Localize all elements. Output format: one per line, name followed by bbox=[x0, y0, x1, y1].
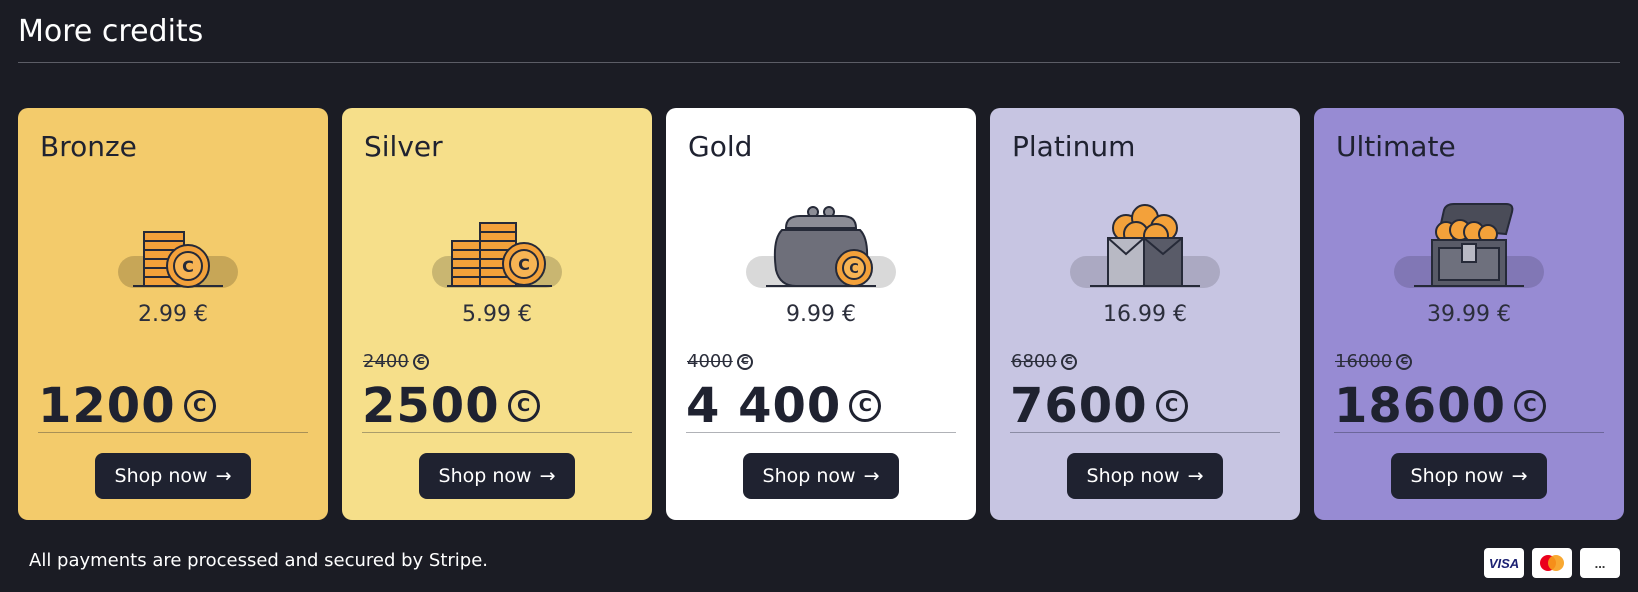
credit-icon: C bbox=[1396, 353, 1413, 370]
credit-amount-value: 18600 bbox=[1334, 378, 1506, 434]
credit-icon: C bbox=[412, 353, 429, 370]
shop-now-label: Shop now bbox=[438, 465, 532, 487]
arrow-right-icon: → bbox=[539, 465, 556, 487]
credit-icon: C bbox=[1155, 390, 1188, 422]
shop-now-label: Shop now bbox=[762, 465, 856, 487]
amount-divider bbox=[38, 432, 308, 433]
amount-divider bbox=[362, 432, 632, 433]
credit-pack-card-bronze: Bronze C 2.99 € 1200 C Shop now → bbox=[18, 108, 328, 520]
shop-now-button[interactable]: Shop now → bbox=[95, 453, 251, 499]
credits-page: More credits Bronze C 2.99 € 1200 C Shop… bbox=[0, 0, 1638, 592]
old-credit-amount-value: 4000 bbox=[687, 351, 733, 372]
credit-amount: 1200 C bbox=[38, 378, 216, 434]
credit-packs: Bronze C 2.99 € 1200 C Shop now → Silver… bbox=[18, 108, 1624, 520]
payment-notice: All payments are processed and secured b… bbox=[29, 550, 489, 571]
shop-now-label: Shop now bbox=[114, 465, 208, 487]
pack-price: 9.99 € bbox=[786, 302, 856, 327]
arrow-right-icon: → bbox=[215, 465, 232, 487]
credit-amount: 7600 C bbox=[1010, 378, 1188, 434]
payment-methods: VISA ... bbox=[1484, 548, 1620, 578]
visa-icon: VISA bbox=[1484, 548, 1524, 578]
credit-pack-card-silver: Silver C 5.99 € 2400 C 2500 C Shop now → bbox=[342, 108, 652, 520]
credit-pack-card-platinum: Platinum 16.99 € 6800 C 7600 C Shop now … bbox=[990, 108, 1300, 520]
svg-text:C: C bbox=[849, 262, 859, 277]
arrow-right-icon: → bbox=[863, 465, 880, 487]
double-coin-stack-icon: C bbox=[412, 200, 582, 300]
credit-amount: 2500 C bbox=[362, 378, 540, 434]
mastercard-icon bbox=[1532, 548, 1572, 578]
title-divider bbox=[18, 62, 1620, 63]
coin-purse-icon: C bbox=[736, 200, 906, 300]
amount-divider bbox=[1010, 432, 1280, 433]
credit-amount-value: 2500 bbox=[362, 378, 500, 434]
coin-box-icon bbox=[1060, 200, 1230, 300]
credit-pack-card-gold: Gold C 9.99 € 4000 C 4 400 C Shop now → bbox=[666, 108, 976, 520]
credit-amount: 18600 C bbox=[1334, 378, 1546, 434]
credit-amount-value: 7600 bbox=[1010, 378, 1148, 434]
credit-amount-value: 1200 bbox=[38, 378, 176, 434]
old-credit-amount: 6800 C bbox=[1011, 351, 1077, 372]
old-credit-amount: 2400 C bbox=[363, 351, 429, 372]
pack-name: Gold bbox=[688, 130, 753, 163]
old-credit-amount-value: 2400 bbox=[363, 351, 409, 372]
credit-icon: C bbox=[1514, 390, 1546, 422]
pack-name: Silver bbox=[364, 130, 443, 163]
credit-icon: C bbox=[736, 353, 753, 370]
arrow-right-icon: → bbox=[1511, 465, 1528, 487]
arrow-right-icon: → bbox=[1187, 465, 1204, 487]
pack-price: 39.99 € bbox=[1427, 302, 1511, 327]
shop-now-button[interactable]: Shop now → bbox=[419, 453, 575, 499]
credit-icon: C bbox=[507, 390, 540, 422]
credit-pack-card-ultimate: Ultimate 39.99 € 16000 C 18600 C Shop no… bbox=[1314, 108, 1624, 520]
shop-now-button[interactable]: Shop now → bbox=[743, 453, 899, 499]
pack-name: Bronze bbox=[40, 130, 137, 163]
shop-now-label: Shop now bbox=[1410, 465, 1504, 487]
amount-divider bbox=[686, 432, 956, 433]
credit-icon: C bbox=[849, 390, 882, 422]
pack-name: Platinum bbox=[1012, 130, 1136, 163]
svg-text:C: C bbox=[182, 257, 194, 276]
page-title: More credits bbox=[18, 14, 204, 49]
shop-now-button[interactable]: Shop now → bbox=[1391, 453, 1547, 499]
pack-price: 5.99 € bbox=[462, 302, 532, 327]
amount-divider bbox=[1334, 432, 1604, 433]
svg-text:C: C bbox=[518, 255, 530, 274]
shop-now-label: Shop now bbox=[1086, 465, 1180, 487]
pack-name: Ultimate bbox=[1336, 130, 1456, 163]
more-payment-methods-icon: ... bbox=[1580, 548, 1620, 578]
old-credit-amount: 4000 C bbox=[687, 351, 753, 372]
credit-amount: 4 400 C bbox=[686, 378, 882, 434]
coin-stack-icon: C bbox=[88, 200, 258, 300]
old-credit-amount: 16000 C bbox=[1335, 351, 1413, 372]
old-credit-amount-value: 16000 bbox=[1335, 351, 1393, 372]
credit-icon: C bbox=[183, 390, 216, 422]
credit-amount-value: 4 400 bbox=[686, 378, 842, 434]
credit-icon: C bbox=[1060, 353, 1077, 370]
treasure-chest-icon bbox=[1384, 200, 1554, 300]
old-credit-amount-value: 6800 bbox=[1011, 351, 1057, 372]
shop-now-button[interactable]: Shop now → bbox=[1067, 453, 1223, 499]
pack-price: 2.99 € bbox=[138, 302, 208, 327]
pack-price: 16.99 € bbox=[1103, 302, 1187, 327]
